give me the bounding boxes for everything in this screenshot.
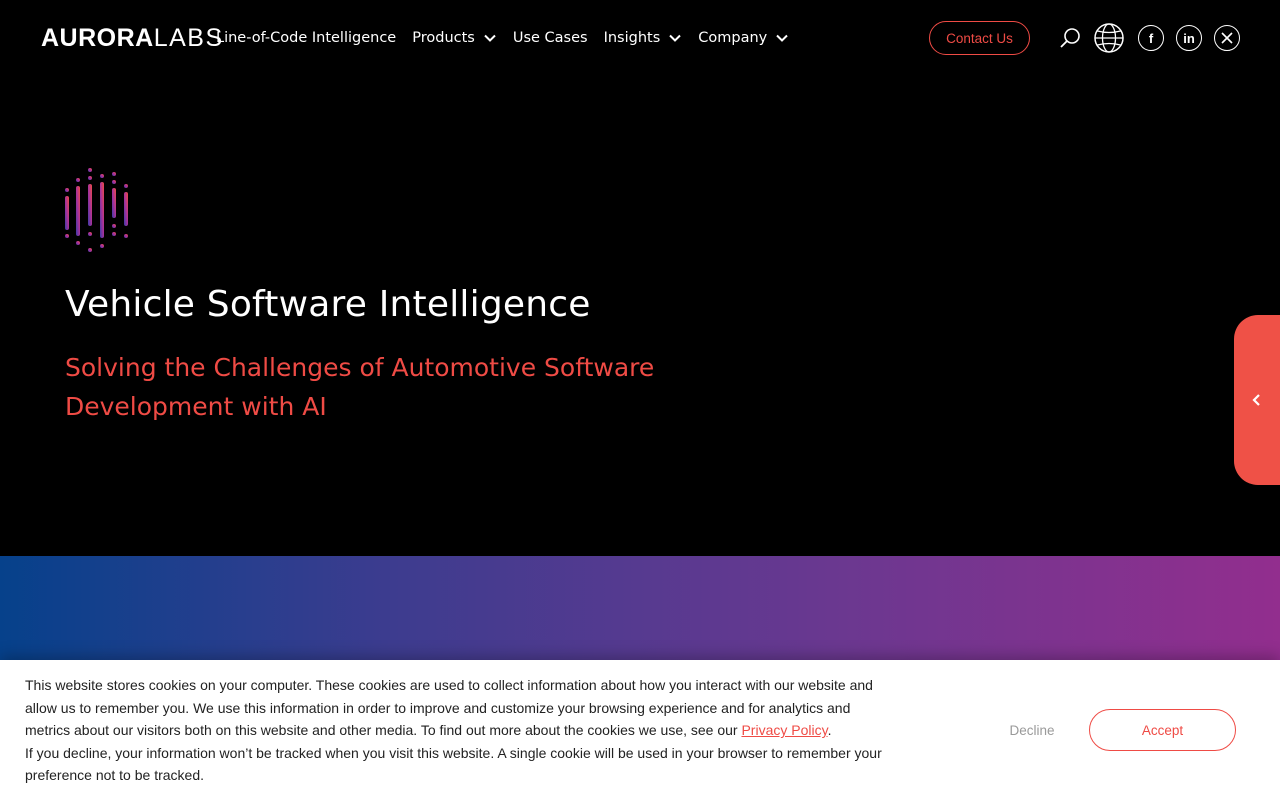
- chevron-down-icon: [776, 34, 788, 42]
- hero-subtitle: Solving the Challenges of Automotive Sof…: [65, 353, 655, 421]
- search-icon: [1060, 28, 1080, 48]
- search-button[interactable]: [1056, 24, 1084, 52]
- cookie-banner: This website stores cookies on your comp…: [0, 660, 1280, 800]
- nav-item-label: Use Cases: [512, 30, 588, 46]
- vsi-product-mark-icon: [65, 168, 128, 252]
- cookie-text-decline-info: If you decline, your information won’t b…: [25, 744, 882, 784]
- nav-item-label: Products: [412, 30, 475, 46]
- cookie-text-period: .: [827, 722, 832, 739]
- facebook-link[interactable]: f: [1138, 25, 1164, 51]
- main-nav: Line-of-Code Intelligence Products Use C…: [216, 26, 805, 50]
- x-icon: [1221, 32, 1233, 44]
- cookie-text: This website stores cookies on your comp…: [25, 674, 885, 787]
- gradient-band: [0, 556, 1280, 660]
- accept-button[interactable]: Accept: [1089, 709, 1236, 751]
- chevron-down-icon: [669, 34, 681, 42]
- nav-item-line-of-code[interactable]: Line-of-Code Intelligence: [216, 30, 396, 46]
- hero-title: Vehicle Software Intelligence: [65, 284, 591, 325]
- nav-item-products[interactable]: Products: [412, 30, 497, 46]
- nav-item-use-cases[interactable]: Use Cases: [513, 30, 588, 46]
- decline-button[interactable]: Decline: [990, 709, 1074, 751]
- nav-item-company[interactable]: Company: [698, 30, 789, 46]
- contact-us-button[interactable]: Contact Us: [929, 21, 1030, 55]
- nav-item-label: Insights: [603, 30, 661, 46]
- facebook-icon: f: [1148, 30, 1154, 46]
- nav-item-insights[interactable]: Insights: [604, 30, 683, 46]
- linkedin-icon: in: [1183, 30, 1195, 46]
- aurora-labs-logo[interactable]: AURORA LABS: [41, 25, 224, 51]
- side-panel-toggle[interactable]: [1234, 315, 1280, 485]
- privacy-policy-link[interactable]: Privacy Policy: [741, 722, 827, 738]
- linkedin-link[interactable]: in: [1176, 25, 1202, 51]
- x-link[interactable]: [1214, 25, 1240, 51]
- logo-bold-text: AURORA: [41, 24, 154, 52]
- language-button[interactable]: [1093, 22, 1125, 54]
- nav-item-label: Line-of-Code Intelligence: [216, 30, 397, 46]
- chevron-left-icon: [1252, 394, 1260, 406]
- chevron-down-icon: [484, 34, 496, 42]
- site-header: AURORA LABS Line-of-Code Intelligence Pr…: [0, 0, 1280, 76]
- logo-light-text: LABS: [153, 24, 224, 52]
- globe-icon: [1094, 23, 1124, 53]
- nav-item-label: Company: [698, 30, 768, 46]
